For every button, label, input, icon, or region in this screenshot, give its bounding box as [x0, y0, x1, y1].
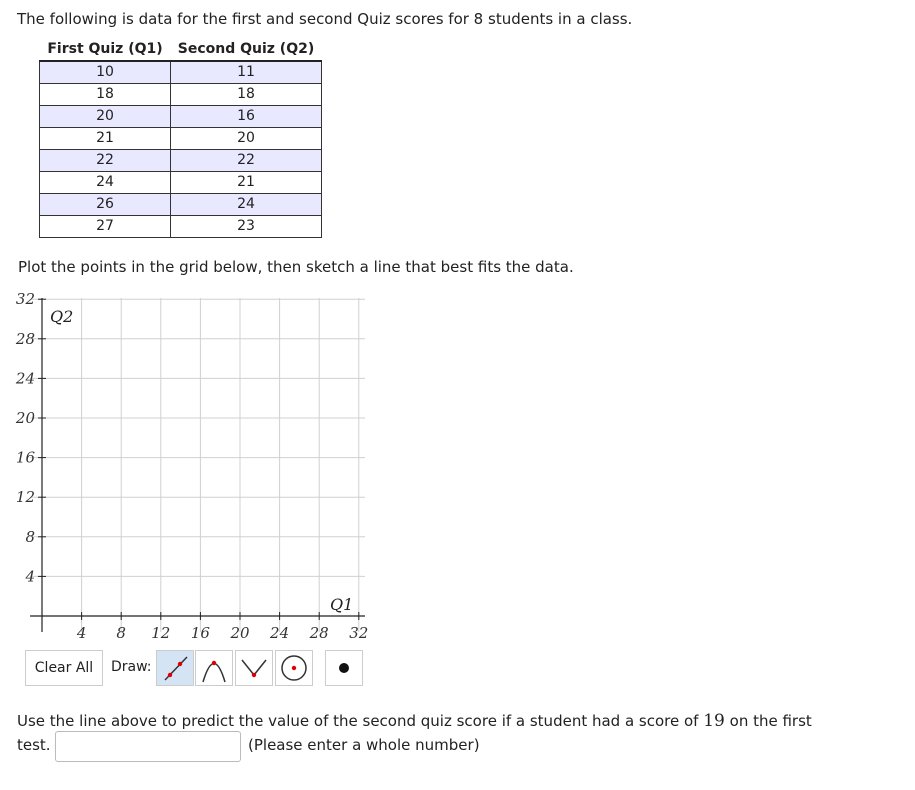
y-tick-label: 28	[15, 330, 35, 348]
cell-q1: 26	[39, 193, 171, 216]
x-tick-labels: 4 8 12 16 20 24 28 32	[76, 624, 369, 642]
cell-q2: 18	[170, 83, 322, 106]
y-tick-label: 20	[15, 409, 36, 427]
vertex-tool-icon	[241, 659, 267, 678]
x-axis-label: Q1	[330, 595, 353, 614]
answer-input[interactable]	[55, 731, 241, 762]
cell-q1: 22	[39, 149, 171, 172]
y-tick-label: 16	[16, 449, 36, 467]
intro-text: The following is data for the first and …	[17, 10, 633, 28]
clear-all-button[interactable]: Clear All	[25, 650, 103, 686]
answer-hint: (Please enter a whole number)	[248, 736, 480, 754]
y-tick-labels: 4 8 12 16 20 24 28 32	[15, 292, 36, 585]
cell-q2: 24	[170, 193, 322, 216]
x-tick-label: 28	[309, 624, 329, 642]
x-tick-label: 12	[151, 624, 170, 642]
line-tool-icon	[164, 656, 188, 681]
grid-lines	[30, 298, 365, 632]
cell-q2: 20	[170, 127, 322, 150]
circle-tool-button[interactable]	[275, 650, 313, 686]
cell-q2: 16	[170, 105, 322, 128]
x-tick-label: 16	[191, 624, 211, 642]
cell-q1: 10	[39, 60, 171, 84]
table-row: 18 18	[39, 83, 322, 106]
cell-q2: 22	[170, 149, 322, 172]
cell-q2: 23	[170, 215, 322, 238]
header-q2: Second Quiz (Q2)	[170, 38, 322, 62]
table-row: 27 23	[39, 215, 322, 238]
table-row: 24 21	[39, 171, 322, 194]
vertex-tool-button[interactable]	[235, 650, 273, 686]
table-header-row: First Quiz (Q1) Second Quiz (Q2)	[39, 38, 322, 62]
y-tick-label: 4	[24, 567, 35, 585]
y-axis-label: Q2	[50, 307, 73, 326]
draw-label: Draw:	[111, 659, 152, 675]
table-row: 10 11	[39, 60, 322, 84]
y-tick-label: 12	[16, 488, 35, 506]
circle-tool-icon	[281, 655, 307, 681]
cell-q1: 24	[39, 171, 171, 194]
table-row: 22 22	[39, 149, 322, 172]
point-tool-button[interactable]	[325, 650, 363, 686]
x-tick-label: 32	[349, 624, 368, 642]
x-tick-label: 24	[269, 624, 289, 642]
parabola-tool-button[interactable]	[195, 650, 233, 686]
cell-q1: 20	[39, 105, 171, 128]
graphing-canvas[interactable]: 4 8 12 16 20 24 28 32 4 8 12 16 20 24 28 32 Q2 Q1	[0, 292, 380, 648]
cell-q2: 21	[170, 171, 322, 194]
y-tick-label: 32	[16, 292, 35, 308]
quiz-data-table: First Quiz (Q1) Second Quiz (Q2) 10 11 18…	[39, 38, 322, 238]
cell-q1: 18	[39, 83, 171, 106]
question-text-line2: test.	[17, 736, 51, 754]
plot-instruction: Plot the points in the grid below, then …	[18, 258, 574, 276]
parabola-tool-icon	[202, 660, 226, 683]
point-tool-icon	[339, 663, 349, 673]
question-text-before: Use the line above to predict the value …	[17, 712, 704, 730]
cell-q2: 11	[170, 60, 322, 84]
header-q1: First Quiz (Q1)	[39, 38, 171, 62]
cell-q1: 27	[39, 215, 171, 238]
cell-q1: 21	[39, 127, 171, 150]
axes	[30, 298, 365, 632]
table-row: 26 24	[39, 193, 322, 216]
x-tick-label: 8	[116, 624, 126, 642]
y-tick-label: 8	[25, 528, 35, 546]
x-tick-label: 20	[229, 624, 250, 642]
y-tick-label: 24	[15, 369, 35, 387]
x-tick-label: 4	[76, 624, 87, 642]
line-tool-button[interactable]	[156, 650, 194, 686]
table-row: 21 20	[39, 127, 322, 150]
table-row: 20 16	[39, 105, 322, 128]
question-text-after: on the first	[724, 712, 812, 730]
question-value: 19	[703, 711, 725, 731]
